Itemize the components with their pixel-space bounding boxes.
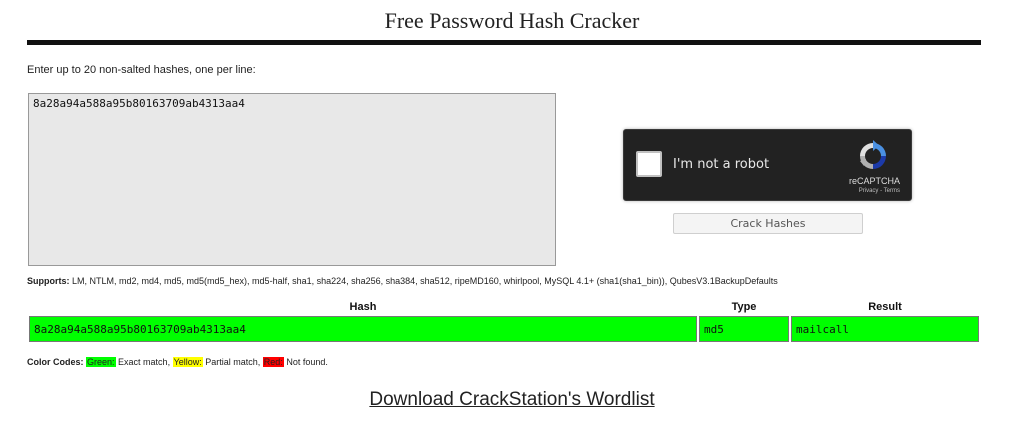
green-description: Exact match, — [115, 357, 173, 367]
results-table: Hash Type Result 8a28a94a588a95b80163709… — [27, 298, 981, 344]
results-header-row: Hash Type Result — [29, 300, 979, 314]
red-swatch: Red: — [262, 357, 284, 367]
hash-cell: 8a28a94a588a95b80163709ab4313aa4 — [29, 316, 697, 342]
color-codes-label: Color Codes: — [27, 357, 84, 367]
type-column-header: Type — [731, 301, 757, 313]
instructions-text: Enter up to 20 non-salted hashes, one pe… — [27, 64, 256, 76]
page-title: Free Password Hash Cracker — [384, 8, 640, 33]
supports-label: Supports: — [27, 276, 70, 286]
recaptcha-checkbox[interactable] — [636, 151, 662, 177]
type-cell: md5 — [699, 316, 789, 342]
result-column-header: Result — [868, 301, 902, 313]
supported-hashes: Supports: LM, NTLM, md2, md4, md5, md5(m… — [27, 276, 778, 286]
recaptcha-links[interactable]: Privacy - Terms — [859, 188, 900, 194]
green-swatch: Green: — [86, 357, 116, 367]
crack-hashes-button[interactable]: Crack Hashes — [673, 213, 863, 234]
red-description: Not found. — [283, 357, 328, 367]
recaptcha-widget: I'm not a robot reCAPTCHA Privacy - Term… — [623, 129, 912, 201]
title-divider — [27, 40, 981, 45]
color-codes-legend: Color Codes: Green: Exact match, Yellow:… — [27, 357, 328, 367]
hash-input[interactable]: 8a28a94a588a95b80163709ab4313aa4 — [28, 93, 556, 266]
yellow-swatch: Yellow: — [172, 357, 203, 367]
yellow-description: Partial match, — [202, 357, 263, 367]
download-wordlist-link[interactable]: Download CrackStation's Wordlist — [369, 389, 654, 410]
supports-list: LM, NTLM, md2, md4, md5, md5(md5_hex), m… — [69, 276, 778, 286]
result-cell: mailcall — [791, 316, 979, 342]
download-section: Download CrackStation's Wordlist — [0, 389, 1024, 411]
hash-column-header: Hash — [349, 301, 377, 313]
recaptcha-brand: reCAPTCHA — [848, 176, 900, 186]
recaptcha-label: I'm not a robot — [673, 157, 770, 172]
recaptcha-logo-icon — [860, 140, 886, 169]
table-row: 8a28a94a588a95b80163709ab4313aa4 md5 mai… — [29, 316, 979, 342]
